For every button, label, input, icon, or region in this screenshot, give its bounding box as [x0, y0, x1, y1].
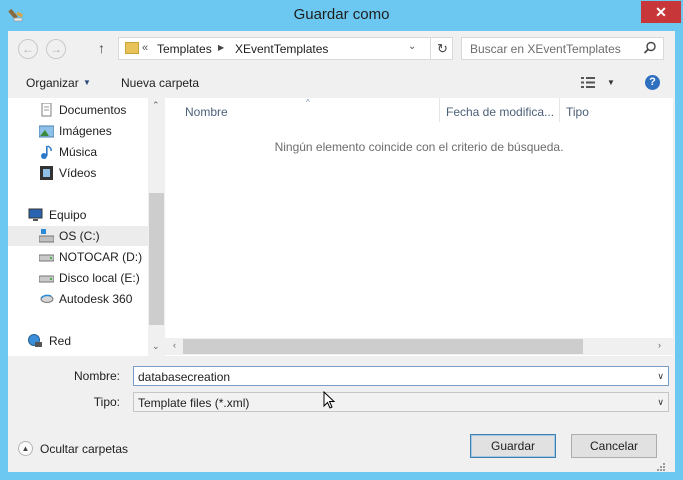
nav-item-label: OS (C:) — [59, 229, 100, 243]
address-dropdown-icon[interactable]: ⌄ — [408, 41, 416, 52]
cancel-button[interactable]: Cancelar — [571, 434, 657, 458]
nav-item-label: Vídeos — [59, 166, 97, 180]
command-toolbar: Organizar ▼ Nueva carpeta ▼ ? — [8, 67, 675, 97]
refresh-icon: ↻ — [437, 41, 448, 56]
chevron-down-icon[interactable]: ∨ — [657, 397, 664, 408]
column-header-date[interactable]: Fecha de modifica... — [446, 105, 554, 119]
search-placeholder[interactable]: Buscar en XEventTemplates — [470, 42, 621, 56]
nav-item-label: Documentos — [59, 103, 127, 117]
sort-ascending-icon: ^ — [306, 98, 310, 107]
help-icon[interactable]: ? — [645, 75, 660, 90]
nav-item-label: Red — [49, 334, 72, 348]
overflow-chevron-icon[interactable]: « — [142, 42, 148, 54]
nav-item-imagenes[interactable]: Imágenes — [8, 121, 148, 141]
scroll-up-icon[interactable]: ⌃ — [152, 100, 160, 111]
back-arrow-icon: ← — [22, 42, 34, 56]
column-header-name[interactable]: Nombre — [185, 105, 228, 119]
music-icon — [41, 145, 52, 159]
file-list[interactable]: ^ Nombre Fecha de modifica... Tipo Ningú… — [165, 98, 673, 356]
nav-item-label: Disco local (E:) — [59, 271, 140, 285]
nav-item-notocar-d[interactable]: NOTOCAR (D:) — [8, 247, 148, 267]
view-dropdown-icon[interactable]: ▼ — [607, 78, 615, 87]
nav-item-label: Música — [59, 145, 98, 159]
documents-icon — [41, 103, 52, 117]
navigation-bar: ← → ↑ « Templates ▶ XEventTemplates ⌄ ↻ … — [8, 31, 675, 67]
column-divider[interactable] — [559, 98, 560, 122]
column-header-type[interactable]: Tipo — [566, 105, 589, 119]
file-type-select[interactable]: Template files (*.xml) ∨ — [133, 392, 669, 412]
nav-item-os-c[interactable]: OS (C:) — [8, 226, 148, 246]
chevron-down-icon[interactable]: ∨ — [657, 371, 664, 382]
organize-dropdown-icon[interactable]: ▼ — [83, 78, 91, 87]
folder-icon — [125, 42, 139, 54]
pictures-icon — [39, 125, 54, 138]
up-arrow-icon: ↑ — [98, 40, 105, 56]
file-name-value[interactable]: databasecreation — [138, 370, 230, 384]
scroll-down-icon[interactable]: ⌄ — [152, 341, 160, 352]
scrollbar-thumb[interactable] — [149, 193, 164, 325]
navigation-pane: Documentos Imágenes Música Vídeos Equipo… — [8, 98, 148, 356]
breadcrumb-xeventtemplates[interactable]: XEventTemplates — [235, 42, 328, 56]
save-button[interactable]: Guardar — [470, 434, 556, 458]
resize-grip-icon[interactable] — [656, 462, 666, 472]
cloud-drive-icon — [40, 294, 54, 303]
file-type-value[interactable]: Template files (*.xml) — [138, 396, 249, 410]
file-list-horizontal-scrollbar[interactable]: ‹ › — [165, 338, 673, 355]
nav-item-label: Autodesk 360 — [59, 292, 133, 306]
nav-item-videos[interactable]: Vídeos — [8, 163, 148, 183]
forward-button[interactable]: → — [46, 39, 66, 59]
hide-folders-label[interactable]: Ocultar carpetas — [40, 442, 128, 456]
nav-item-label: NOTOCAR (D:) — [59, 250, 143, 264]
videos-icon — [40, 166, 53, 180]
nav-item-musica[interactable]: Música — [8, 142, 148, 162]
column-divider[interactable] — [439, 98, 440, 122]
title-bar[interactable]: Guardar como ✕ — [0, 0, 683, 31]
scroll-left-icon[interactable]: ‹ — [173, 340, 176, 350]
close-button[interactable]: ✕ — [641, 1, 681, 23]
drive-icon — [39, 275, 54, 283]
file-name-input[interactable]: databasecreation ∨ — [133, 366, 669, 386]
network-icon — [28, 334, 42, 347]
up-button[interactable]: ↑ — [98, 40, 105, 56]
collapse-icon[interactable]: ▲ — [18, 441, 33, 456]
mouse-cursor-icon — [323, 391, 335, 409]
nav-item-autodesk-360[interactable]: Autodesk 360 — [8, 289, 148, 309]
empty-message: Ningún elemento coincide con el criterio… — [274, 140, 564, 154]
nav-item-label: Imágenes — [59, 124, 112, 138]
forward-arrow-icon: → — [50, 42, 62, 56]
file-type-label: Tipo: — [93, 395, 120, 409]
scrollbar-thumb[interactable] — [183, 339, 583, 354]
window-title: Guardar como — [293, 6, 390, 23]
back-button[interactable]: ← — [18, 39, 38, 59]
nav-item-red[interactable]: Red — [8, 331, 148, 351]
scroll-right-icon[interactable]: › — [658, 340, 661, 350]
nav-item-label: Equipo — [49, 208, 87, 222]
search-icon[interactable] — [642, 40, 658, 56]
nav-item-equipo[interactable]: Equipo — [8, 205, 148, 225]
dialog-client: ← → ↑ « Templates ▶ XEventTemplates ⌄ ↻ … — [8, 31, 675, 472]
view-options-icon[interactable] — [581, 77, 595, 88]
refresh-button[interactable]: ↻ — [430, 38, 454, 59]
nav-item-documentos[interactable]: Documentos — [8, 100, 148, 120]
organize-menu[interactable]: Organizar — [26, 76, 79, 90]
address-bar[interactable]: « Templates ▶ XEventTemplates ⌄ ↻ — [118, 37, 453, 60]
save-as-dialog: Guardar como ✕ ← → ↑ « Templates ▶ XEven… — [0, 0, 683, 480]
nav-pane-scrollbar[interactable]: ⌃ ⌄ — [148, 98, 165, 356]
search-box[interactable]: Buscar en XEventTemplates — [461, 37, 664, 60]
file-name-label: Nombre: — [73, 369, 120, 383]
drive-icon — [39, 254, 54, 262]
nav-item-disco-local-e[interactable]: Disco local (E:) — [8, 268, 148, 288]
system-drive-icon — [39, 229, 54, 243]
breadcrumb-separator-icon[interactable]: ▶ — [218, 43, 224, 52]
new-folder-button[interactable]: Nueva carpeta — [121, 76, 199, 90]
breadcrumb-templates[interactable]: Templates — [157, 42, 212, 56]
computer-icon — [28, 208, 43, 221]
